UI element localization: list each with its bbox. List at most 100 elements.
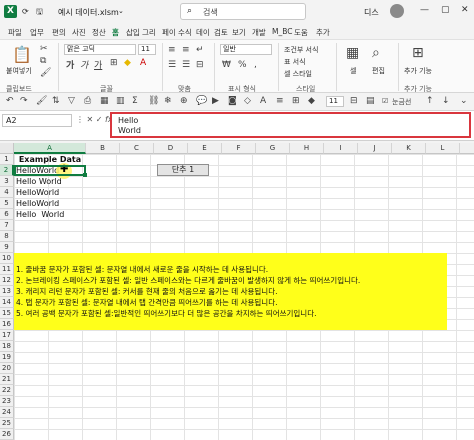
font-color-icon[interactable]: A <box>140 58 146 68</box>
tab-10[interactable]: 데이 <box>196 27 210 38</box>
column-header-i[interactable]: I <box>324 143 358 154</box>
column-header-m[interactable]: M <box>460 143 474 154</box>
fill-handle[interactable] <box>83 173 87 177</box>
border-icon[interactable]: ⊞ <box>292 96 300 106</box>
font-size-select[interactable]: 11 <box>138 44 156 55</box>
tab-4[interactable]: 정산 <box>92 27 106 38</box>
close-button[interactable]: ✕ <box>461 5 469 15</box>
filter-icon[interactable]: ▽ <box>68 96 75 106</box>
tab-2[interactable]: 편의 <box>52 27 66 38</box>
column-header-k[interactable]: K <box>392 143 426 154</box>
checkbox-gridlines[interactable]: ☑ <box>382 97 388 105</box>
align-center-icon[interactable]: ☰ <box>182 60 190 70</box>
row-header-19[interactable]: 19 <box>0 352 14 363</box>
tab-7[interactable]: 그리 <box>142 27 156 38</box>
note-row-14[interactable]: 4. 탭 문자가 포함된 셀: 문자열 내에서 탭 간격만큼 띄어쓰기를 하는 … <box>16 297 277 308</box>
note-row-12[interactable]: 2. 논브레이킹 스페이스가 포함된 셀: 일반 스페이스와는 다르게 줄바꿈이… <box>16 275 360 286</box>
column-header-l[interactable]: L <box>426 143 460 154</box>
zoom-icon[interactable]: ⊕ <box>180 96 188 106</box>
align-top-icon[interactable]: ≡ <box>168 45 176 55</box>
font-name-select[interactable]: 맑은 고딕 <box>64 44 136 55</box>
align-middle-icon[interactable]: ≡ <box>182 45 190 55</box>
shape-icon[interactable]: ◇ <box>244 96 251 106</box>
column-header-h[interactable]: H <box>290 143 324 154</box>
merge-icon[interactable]: ⊟ <box>196 60 204 70</box>
more-icon[interactable]: ⌄ <box>460 96 468 106</box>
addins-icon[interactable]: ⊞ <box>412 45 424 61</box>
paste-icon[interactable]: 📋 <box>12 45 32 64</box>
name-box[interactable]: A2 <box>2 114 72 127</box>
note-row-15[interactable]: 5. 여러 공백 문자가 포함된 셀:일반적인 띄어쓰기보다 더 많은 공간을 … <box>16 308 317 319</box>
row-header-12[interactable]: 12 <box>0 275 14 286</box>
link-icon[interactable]: ⛓ <box>148 96 159 106</box>
row-header-9[interactable]: 9 <box>0 242 14 253</box>
qat-font-size[interactable]: 11 <box>326 96 344 107</box>
format-painter-icon[interactable]: 🖌 <box>40 68 51 78</box>
save-icon[interactable]: 🖫 <box>36 6 43 20</box>
arrow-up-icon[interactable]: ↑ <box>426 96 434 106</box>
number-format-select[interactable]: 일반 <box>220 44 272 55</box>
conditional-format-button[interactable]: 조건부 서식 <box>284 45 318 55</box>
align-icon[interactable]: ≡ <box>276 96 284 106</box>
cell-a1[interactable]: Example Data <box>14 154 86 165</box>
more-icon[interactable]: ⋮ <box>76 115 87 124</box>
tab-16[interactable]: 추가 <box>316 27 330 38</box>
avatar[interactable] <box>390 4 404 18</box>
row-header-18[interactable]: 18 <box>0 341 14 352</box>
confirm-icon[interactable]: ✓ <box>96 115 105 124</box>
column-header-e[interactable]: E <box>188 143 222 154</box>
italic-icon[interactable]: 가 <box>80 58 88 71</box>
autosave-icon[interactable]: ⟳ <box>22 7 29 16</box>
print-icon[interactable]: ⎙ <box>84 96 91 106</box>
search-icon[interactable]: ⌕ <box>372 45 380 61</box>
color-icon[interactable]: ◆ <box>308 96 315 106</box>
column-header-a[interactable]: A <box>14 143 86 154</box>
underline-icon[interactable]: 가 <box>94 58 102 71</box>
note-row-11[interactable]: 1. 줄바꿈 문자가 포함된 셀: 문자열 내에서 새로운 줄을 시작하는 데 … <box>16 264 268 275</box>
fill-color-icon[interactable]: ◆ <box>124 58 131 68</box>
tab-0[interactable]: 파일 <box>8 27 22 38</box>
table-icon[interactable]: ▦ <box>100 96 109 106</box>
undo-icon[interactable]: ↶ <box>6 96 14 106</box>
tab-1[interactable]: 업무 <box>30 27 44 38</box>
column-header-d[interactable]: D <box>154 143 188 154</box>
sort-icon[interactable]: ⇅ <box>52 96 60 106</box>
column-header-g[interactable]: G <box>256 143 290 154</box>
row-header-24[interactable]: 24 <box>0 407 14 418</box>
wrap-text-icon[interactable]: ↵ <box>196 45 204 55</box>
row-header-1[interactable]: 1 <box>0 154 14 165</box>
camera-icon[interactable]: ◙ <box>228 96 237 106</box>
form-button-1[interactable]: 단추 1 <box>157 164 209 176</box>
row-header-23[interactable]: 23 <box>0 396 14 407</box>
text-icon[interactable]: A <box>260 96 266 106</box>
tab-13[interactable]: 개발 <box>252 27 266 38</box>
table-format-button[interactable]: 표 서식 <box>284 57 306 67</box>
sum-icon[interactable]: Σ <box>132 96 138 106</box>
merge-icon[interactable]: ⊟ <box>350 96 358 106</box>
row-header-3[interactable]: 3 <box>0 176 14 187</box>
row-header-4[interactable]: 4 <box>0 187 14 198</box>
chevron-down-icon[interactable]: ⌄ <box>118 7 124 15</box>
row-header-14[interactable]: 14 <box>0 297 14 308</box>
cell-a4[interactable]: HelloWorld <box>16 187 59 198</box>
tab-6[interactable]: 삽입 <box>126 27 140 38</box>
row-header-11[interactable]: 11 <box>0 264 14 275</box>
bold-icon[interactable]: 가 <box>66 58 74 71</box>
column-header-c[interactable]: C <box>120 143 154 154</box>
tab-8[interactable]: 페이 <box>162 27 176 38</box>
row-header-2[interactable]: 2 <box>0 165 14 176</box>
percent-icon[interactable]: % <box>238 60 247 70</box>
row-header-6[interactable]: 6 <box>0 209 14 220</box>
cell-a5[interactable]: HelloWorld <box>16 198 59 209</box>
comment-icon[interactable]: 💬 <box>196 96 207 106</box>
tab-9[interactable]: 수식 <box>178 27 192 38</box>
cell-a3[interactable]: Hello World <box>16 176 62 187</box>
tab-11[interactable]: 검토 <box>214 27 228 38</box>
cells-button[interactable]: 셀 <box>350 66 356 76</box>
arrow-down-icon[interactable]: ↓ <box>442 96 450 106</box>
currency-icon[interactable]: ₩ <box>222 60 231 70</box>
minimize-button[interactable]: — <box>420 5 429 15</box>
select-all-button[interactable] <box>0 143 14 154</box>
edit-button[interactable]: 편집 <box>372 66 385 76</box>
column-header-b[interactable]: B <box>86 143 120 154</box>
